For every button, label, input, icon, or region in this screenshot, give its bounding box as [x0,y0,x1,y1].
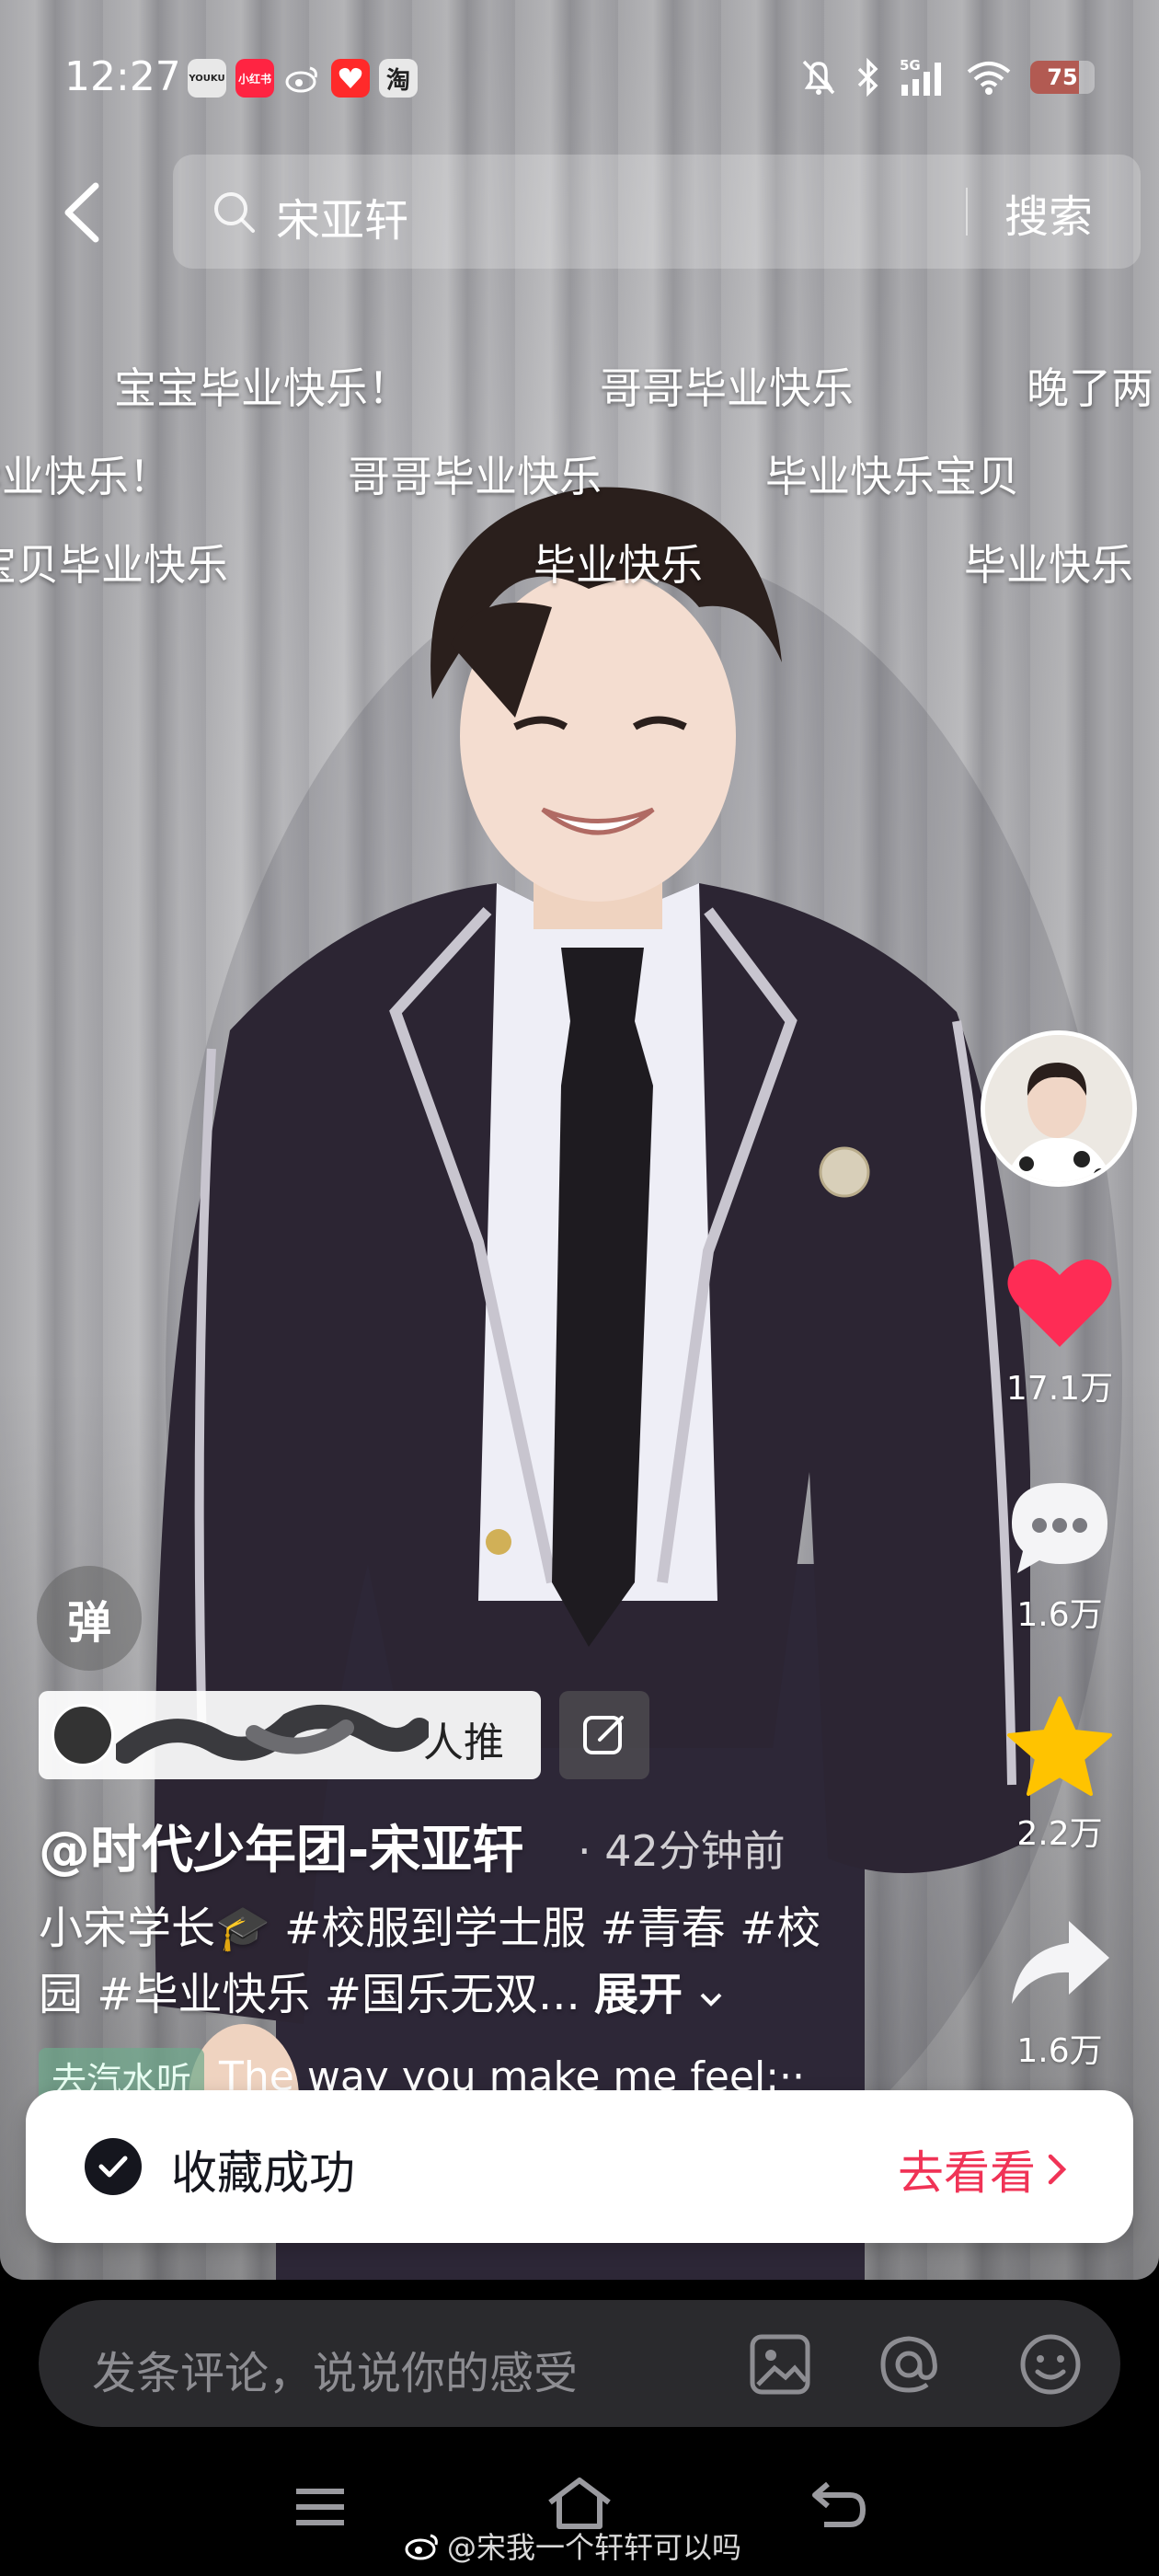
view-favorites-label: 去看看 [898,2146,1036,2200]
comment-bubble-icon [1012,1483,1107,1573]
redacted-scribble [116,1705,429,1764]
favorite-count: 2.2万 [1016,1815,1103,1853]
svg-text:5G: 5G [900,57,921,74]
avatar-image [985,1035,1132,1182]
danmaku-comment: 宝贝毕业快乐 [0,540,228,590]
search-input[interactable]: 宋亚轩 [276,184,408,248]
comment-count: 1.6万 [1016,1596,1103,1634]
author-handle[interactable]: @时代少年团-宋亚轩 [39,1809,523,1883]
chevron-right-icon [1048,2154,1067,2185]
menu-icon[interactable] [293,2484,348,2530]
caption-line: 小宋学长🎓 #校服到学士服 #青春 #校 [39,1903,821,1954]
weibo-icon [283,59,322,98]
cellular-signal-icon: 5G [900,57,941,96]
favorite-button[interactable]: 2.2万 [999,1695,1120,1855]
video-player[interactable]: 12:27 YOUKU 小红书 淘 5G 75 宋亚轩 搜索 宝宝毕业快乐！ 哥… [0,0,1159,2280]
caption-line-2: 园 #毕业快乐 #国乐无双... 展开 [39,1961,866,2028]
comment-input[interactable]: 发条评论，说说你的感受 [92,2337,578,2401]
edit-icon [583,1716,624,1754]
watermark-text: @宋我一个轩轩可以吗 [447,2530,742,2565]
status-time: 12:27 [64,53,181,100]
share-button[interactable]: 1.6万 [999,1914,1120,2072]
home-icon[interactable] [545,2475,614,2532]
danmaku-comment: 哥哥毕业快乐 [600,363,854,413]
image-icon[interactable] [747,2331,813,2398]
mention-icon[interactable] [876,2331,942,2398]
comment-bar[interactable]: 发条评论，说说你的感受 [39,2300,1120,2427]
danmaku-comment: 毕业快乐宝贝 [765,452,1019,501]
mute-bell-icon [802,60,835,95]
battery-percent: 75 [1047,64,1078,90]
creator-avatar[interactable] [981,1030,1137,1187]
chevron-down-icon [700,1993,722,2007]
danmaku-comment: 毕业快乐 [534,540,703,590]
like-count: 17.1万 [1005,1370,1114,1408]
heart-icon [1007,1259,1112,1347]
like-button[interactable]: 17.1万 [999,1251,1120,1409]
danmaku-toggle-button[interactable]: 弹 [37,1566,142,1671]
toast-message: 收藏成功 [171,2146,355,2200]
caption-line: 园 #毕业快乐 #国乐无双... [39,1969,580,2020]
meituan-icon [331,59,370,98]
danmaku-comment: 哥哥毕业快乐 [348,452,602,501]
taobao-icon: 淘 [379,59,418,98]
emoji-icon[interactable] [1017,2331,1084,2398]
checkmark-icon [85,2138,142,2195]
search-button[interactable]: 搜索 [1004,180,1093,245]
expand-caption-button[interactable]: 展开 [594,1969,724,2020]
weibo-logo-icon [405,2534,438,2560]
recommend-banner[interactable]: 人推荐 [39,1691,541,1779]
battery-indicator: 75 [1030,61,1095,94]
back-button[interactable] [57,180,109,245]
star-icon [1007,1696,1112,1796]
wifi-icon [967,62,1011,95]
youku-icon: YOUKU [188,59,226,98]
view-favorites-button[interactable]: 去看看 [898,2136,1067,2202]
bluetooth-icon [857,58,878,97]
expand-label: 展开 [594,1969,683,2020]
danmaku-comment: 毕业快乐！ [0,452,171,501]
weibo-watermark: @宋我一个轩轩可以吗 [405,2524,741,2567]
recommend-label: 人推荐 [423,1719,504,1779]
xiaohongshu-icon: 小红书 [235,59,274,98]
danmaku-comment: 晚了两 [1027,363,1153,413]
danmaku-comment: 毕业快乐 [964,540,1133,590]
chevron-left-icon [64,182,99,243]
notification-icons: YOUKU 小红书 淘 [188,59,418,98]
status-bar: 12:27 YOUKU 小红书 淘 5G 75 [0,0,1159,156]
post-time: · 42分钟前 [578,1826,786,1876]
search-bar[interactable]: 宋亚轩 搜索 [173,155,1141,269]
search-icon [214,192,255,233]
share-arrow-icon [1012,1921,1109,2004]
recommender-avatar [52,1704,114,1766]
danmaku-comment: 宝宝毕业快乐！ [114,363,410,413]
share-count: 1.6万 [1016,2032,1103,2070]
back-nav-icon[interactable] [809,2478,868,2530]
search-divider [966,188,968,236]
edit-button[interactable] [559,1691,649,1779]
comment-button[interactable]: 1.6万 [999,1478,1120,1636]
system-status-icons: 5G 75 [800,57,1095,98]
favorite-success-toast: 收藏成功 去看看 [26,2090,1133,2243]
video-caption[interactable]: 小宋学长🎓 #校服到学士服 #青春 #校 园 #毕业快乐 #国乐无双... 展开 [39,1895,866,2028]
